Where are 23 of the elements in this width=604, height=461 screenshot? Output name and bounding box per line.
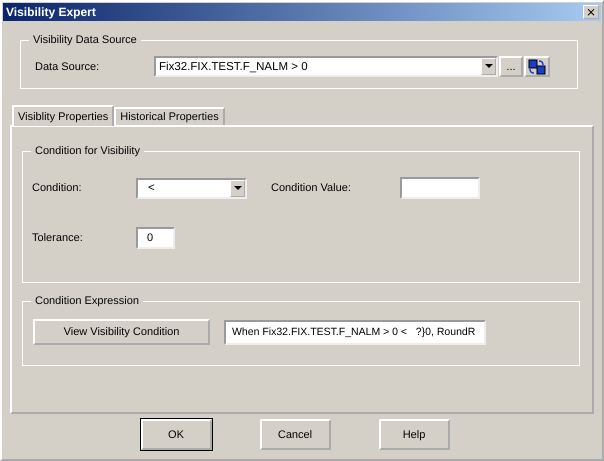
field-label: Data Source: <box>35 60 100 72</box>
view-condition-button[interactable]: View Visibility Condition <box>33 319 210 345</box>
dialog-button[interactable]: Cancel <box>260 419 330 450</box>
group-title: Condition Expression <box>34 295 140 307</box>
browse-button[interactable]: ... <box>499 56 523 77</box>
tolerance-field[interactable]: 0 <box>136 227 175 249</box>
expression-field[interactable]: When Fix32.FIX.TEST.F_NALM > 0 < ?}0, RoundR <box>224 320 486 344</box>
field-label: Condition Value: <box>271 182 352 194</box>
close-button[interactable]: × <box>583 5 599 19</box>
group-title: Condition for Visibility <box>34 145 141 157</box>
condition-value-field[interactable] <box>400 177 480 199</box>
tab[interactable]: Historical Properties <box>114 107 225 125</box>
field-label: Tolerance: <box>32 232 84 244</box>
expression-builder-button[interactable] <box>524 56 550 77</box>
dialog-button[interactable]: OK <box>140 419 212 450</box>
dialog-button[interactable]: Help <box>378 419 450 450</box>
data-source-dropdown[interactable]: Fix32.FIX.TEST.F_NALM > 0 <box>154 56 498 77</box>
squares-icon <box>528 58 546 76</box>
condition-dropdown[interactable]: < <box>136 178 247 198</box>
field-label: Condition: <box>32 182 83 194</box>
tab[interactable]: Visiblity Properties <box>12 105 114 126</box>
group-title: Visibility Data Source <box>32 34 138 46</box>
window-title: Visibility Expert <box>6 5 96 19</box>
